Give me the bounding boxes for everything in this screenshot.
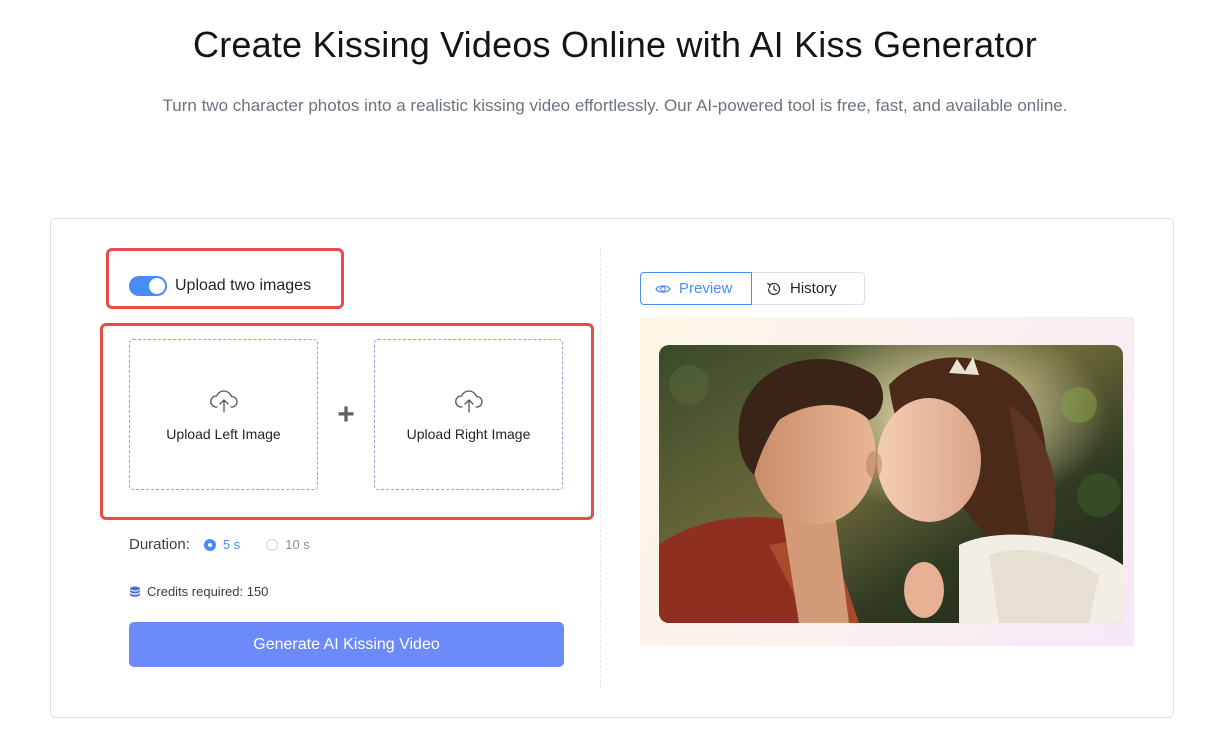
eye-icon	[655, 284, 671, 293]
database-icon	[130, 586, 140, 597]
tab-preview-label: Preview	[679, 280, 733, 297]
duration-option-label: 10 s	[285, 537, 310, 552]
generate-video-button[interactable]: Generate AI Kissing Video	[129, 622, 564, 667]
two-images-toggle-row: Upload two images	[129, 276, 311, 296]
upload-left-image[interactable]: Upload Left Image	[129, 339, 318, 490]
preview-image	[659, 345, 1123, 623]
tab-history-label: History	[790, 280, 837, 297]
cloud-upload-icon	[209, 389, 238, 413]
duration-option-5s[interactable]: 5 s	[203, 537, 241, 552]
duration-row: Duration: 5 s 10 s	[129, 536, 336, 553]
tab-history[interactable]: History	[752, 272, 865, 305]
plus-icon: +	[337, 398, 355, 431]
credits-info: Credits required: 150	[129, 584, 268, 599]
panel-divider	[600, 248, 601, 688]
duration-option-label: 5 s	[222, 537, 241, 552]
kiss-scene-illustration	[659, 345, 1123, 623]
duration-option-10s[interactable]: 10 s	[266, 537, 310, 552]
page-title: Create Kissing Videos Online with AI Kis…	[193, 24, 1037, 65]
upload-left-label: Upload Left Image	[166, 425, 281, 442]
page-subtitle: Turn two character photos into a realist…	[162, 96, 1068, 115]
two-images-switch[interactable]	[129, 276, 167, 296]
upload-right-label: Upload Right Image	[406, 425, 531, 442]
credits-text: Credits required: 150	[147, 584, 269, 599]
toggle-label: Upload two images	[175, 277, 312, 294]
preview-area	[640, 317, 1134, 646]
tab-preview[interactable]: Preview	[640, 272, 752, 305]
cloud-upload-icon	[454, 389, 483, 413]
switch-knob	[149, 278, 165, 294]
upload-right-image[interactable]: Upload Right Image	[374, 339, 563, 490]
history-icon	[767, 282, 781, 295]
duration-label: Duration:	[129, 536, 190, 553]
preview-tabs: Preview History	[640, 272, 865, 305]
radio-dot	[203, 538, 216, 551]
radio-dot	[266, 538, 279, 551]
